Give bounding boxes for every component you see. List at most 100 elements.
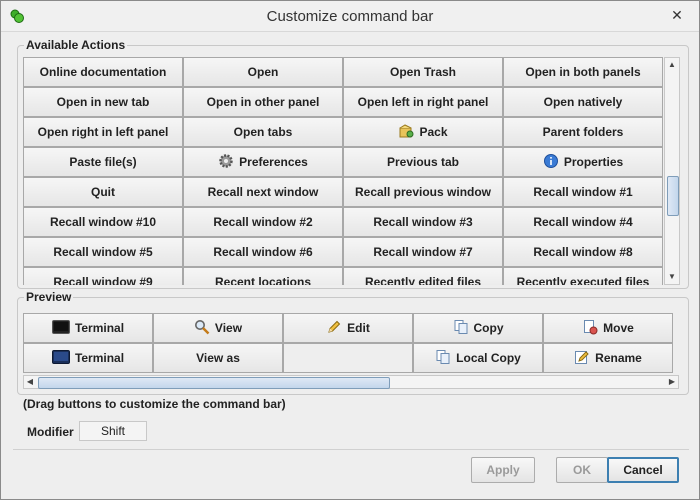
action-button-label: Online documentation — [39, 65, 167, 79]
preview-button-label: Local Copy — [456, 351, 521, 365]
action-button[interactable]: Quit — [23, 177, 183, 207]
preview-button-label: Edit — [347, 321, 370, 335]
action-button[interactable]: Recall window #10 — [23, 207, 183, 237]
action-button[interactable]: Open tabs — [183, 117, 343, 147]
preview-button — [283, 343, 413, 373]
info-icon — [543, 153, 559, 172]
preview-button[interactable]: Edit — [283, 313, 413, 343]
action-button[interactable]: Pack — [343, 117, 503, 147]
window-title: Customize command bar — [266, 8, 434, 25]
preview-button[interactable]: View as — [153, 343, 283, 373]
action-button-label: Paste file(s) — [69, 155, 137, 169]
action-button-label: Recall window #4 — [533, 215, 633, 229]
action-button[interactable]: Recently edited files — [343, 267, 503, 285]
preview-button-label: View as — [196, 351, 240, 365]
actions-vertical-scrollbar[interactable]: ▲ ▼ — [664, 57, 680, 285]
action-button[interactable]: Recall window #2 — [183, 207, 343, 237]
action-button[interactable]: Open — [183, 57, 343, 87]
action-button[interactable]: Recall window #9 — [23, 267, 183, 285]
ok-button[interactable]: OK — [556, 457, 608, 483]
action-button-label: Recently executed files — [516, 275, 650, 285]
action-button-label: Open in both panels — [525, 65, 641, 79]
action-button-label: Quit — [91, 185, 115, 199]
scroll-left-icon[interactable]: ◀ — [24, 375, 36, 389]
scroll-up-icon[interactable]: ▲ — [665, 58, 679, 72]
scrollbar-thumb[interactable] — [667, 176, 679, 216]
action-button-label: Recently edited files — [364, 275, 482, 285]
cancel-button[interactable]: Cancel — [607, 457, 679, 483]
preview-button-label: Copy — [473, 321, 504, 335]
preview-label: Preview — [24, 290, 74, 304]
action-button-label: Recall window #1 — [533, 185, 633, 199]
action-button[interactable]: Properties — [503, 147, 663, 177]
action-button[interactable]: Previous tab — [343, 147, 503, 177]
action-button[interactable]: Open right in left panel — [23, 117, 183, 147]
preview-button-label: Terminal — [74, 351, 125, 365]
magnifier-icon — [194, 319, 210, 338]
preview-grid: Terminal View Edit Copy Move Terminal View as L… — [23, 313, 679, 373]
action-button-label: Open — [247, 65, 279, 79]
action-button[interactable]: Recall window #1 — [503, 177, 663, 207]
preview-button-label: Rename — [595, 351, 642, 365]
action-button[interactable]: Recall window #7 — [343, 237, 503, 267]
preview-button[interactable]: Terminal — [23, 313, 153, 343]
action-button[interactable]: Preferences — [183, 147, 343, 177]
copy-icon — [435, 349, 451, 368]
action-button[interactable]: Paste file(s) — [23, 147, 183, 177]
action-button[interactable]: Open in other panel — [183, 87, 343, 117]
action-button[interactable]: Recently executed files — [503, 267, 663, 285]
gear-icon — [218, 153, 234, 172]
action-button-label: Recall window #7 — [373, 245, 473, 259]
copy-icon — [453, 319, 469, 338]
preview-button[interactable]: Rename — [543, 343, 673, 373]
action-button[interactable]: Recent locations — [183, 267, 343, 285]
preview-button[interactable]: Local Copy — [413, 343, 543, 373]
scroll-down-icon[interactable]: ▼ — [665, 270, 679, 284]
action-button[interactable]: Recall next window — [183, 177, 343, 207]
move-icon — [582, 319, 598, 338]
action-button[interactable]: Open in new tab — [23, 87, 183, 117]
rename-icon — [574, 349, 590, 368]
action-button[interactable]: Recall window #4 — [503, 207, 663, 237]
preview-button-label: Move — [603, 321, 634, 335]
action-button-label: Preferences — [239, 155, 308, 169]
pack-icon — [398, 123, 414, 142]
action-button[interactable]: Open in both panels — [503, 57, 663, 87]
action-button[interactable]: Open Trash — [343, 57, 503, 87]
action-button-label: Recall window #5 — [53, 245, 153, 259]
action-button-label: Open natively — [543, 95, 623, 109]
pencil-icon — [326, 319, 342, 338]
title-bar: Customize command bar ✕ — [1, 1, 699, 32]
close-button[interactable]: ✕ — [665, 4, 689, 26]
action-button[interactable]: Recall previous window — [343, 177, 503, 207]
preview-button[interactable]: Copy — [413, 313, 543, 343]
action-button[interactable]: Recall window #3 — [343, 207, 503, 237]
preview-button[interactable]: View — [153, 313, 283, 343]
separator — [13, 449, 689, 450]
action-button[interactable]: Parent folders — [503, 117, 663, 147]
action-button-label: Properties — [563, 155, 624, 169]
action-button[interactable]: Open left in right panel — [343, 87, 503, 117]
action-button[interactable]: Recall window #6 — [183, 237, 343, 267]
scroll-right-icon[interactable]: ▶ — [666, 375, 678, 389]
modifier-field[interactable]: Shift — [79, 421, 147, 441]
preview-button-label: Terminal — [74, 321, 125, 335]
available-actions-label: Available Actions — [24, 38, 128, 52]
preview-button[interactable]: Terminal — [23, 343, 153, 373]
preview-horizontal-scrollbar[interactable]: ◀ ▶ — [23, 375, 679, 389]
preview-button[interactable]: Move — [543, 313, 673, 343]
apply-button[interactable]: Apply — [471, 457, 535, 483]
action-button[interactable]: Recall window #8 — [503, 237, 663, 267]
action-button[interactable]: Open natively — [503, 87, 663, 117]
action-button-label: Open Trash — [389, 65, 457, 79]
action-button-label: Open left in right panel — [357, 95, 489, 109]
action-button-label: Pack — [419, 125, 448, 139]
action-button-label: Recall previous window — [354, 185, 492, 199]
action-button-label: Open tabs — [233, 125, 293, 139]
action-button-label: Open right in left panel — [37, 125, 169, 139]
action-button-label: Recall window #10 — [49, 215, 157, 229]
action-button-label: Recall window #8 — [533, 245, 633, 259]
scrollbar-thumb[interactable] — [38, 377, 390, 389]
action-button[interactable]: Recall window #5 — [23, 237, 183, 267]
action-button[interactable]: Online documentation — [23, 57, 183, 87]
